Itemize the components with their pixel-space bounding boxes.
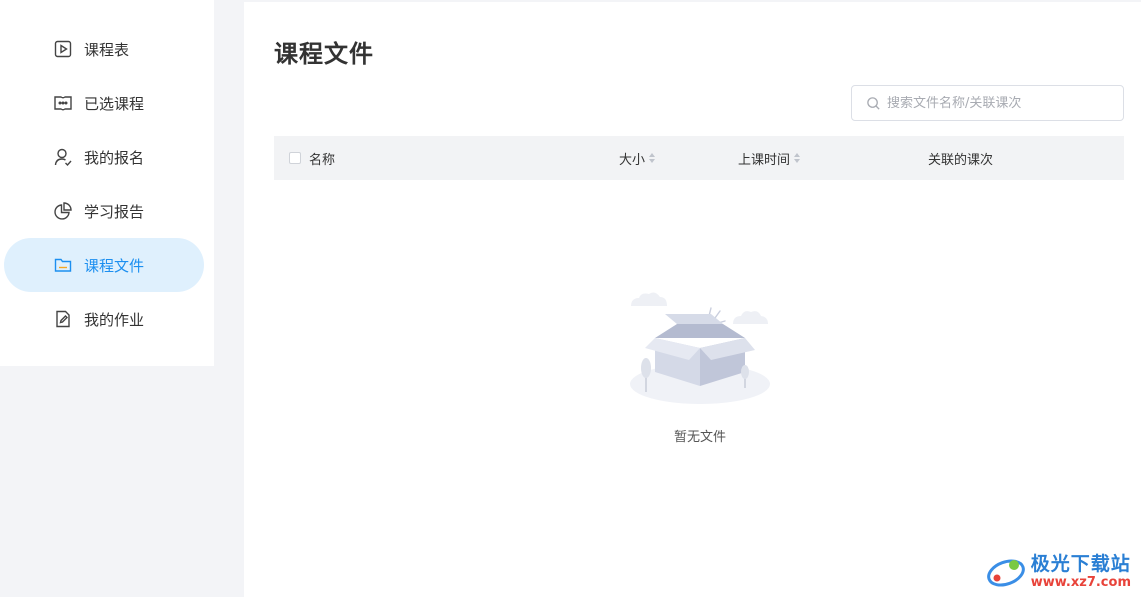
sidebar-item-selected-courses[interactable]: 已选课程 [4,76,204,130]
sidebar-item-label: 已选课程 [84,94,145,113]
search-box[interactable] [851,85,1124,121]
select-all-checkbox[interactable] [289,152,301,164]
empty-state-text: 暂无文件 [673,430,726,445]
folder-icon [52,254,74,276]
page-title: 课程文件 [274,40,374,68]
sidebar-item-label: 我的报名 [84,148,145,167]
column-time[interactable]: 上课时间 [738,136,801,180]
sidebar-item-label: 课程文件 [84,256,145,275]
sidebar-item-my-homework[interactable]: 我的作业 [4,292,204,346]
column-name-label: 名称 [309,152,336,168]
sidebar: 课程表 已选课程 我的报名 学习报告 课程文件 我的作业 [0,0,214,366]
play-square-icon [52,38,74,60]
sidebar-item-my-enrollment[interactable]: 我的报名 [4,130,204,184]
sidebar-item-course-files[interactable]: 课程文件 [4,238,204,292]
sidebar-item-label: 课程表 [84,40,130,59]
watermark-title: 极光下载站 [1030,553,1131,575]
table-header: 名称 大小 上课时间 关联的课次 [274,136,1124,180]
column-size[interactable]: 大小 [619,136,656,180]
empty-box-illustration [630,292,770,404]
column-lesson-label: 关联的课次 [928,152,994,168]
search-input[interactable] [887,95,1107,111]
sort-icon[interactable] [794,153,801,163]
column-size-label: 大小 [619,152,646,168]
column-name: 名称 [289,136,335,180]
main-panel: 课程文件 名称 大小 上课时间 关联的课次 [244,2,1141,597]
user-check-icon [52,146,74,168]
sidebar-item-label: 我的作业 [84,310,145,329]
watermark-url: www.xz7.com [1030,575,1131,590]
sidebar-item-label: 学习报告 [84,202,145,221]
search-icon [867,96,880,110]
pie-chart-icon [52,200,74,222]
column-lesson: 关联的课次 [928,136,993,180]
book-open-icon [52,92,74,114]
site-logo-icon [986,559,1025,587]
sort-icon[interactable] [649,153,656,163]
column-time-label: 上课时间 [738,152,791,168]
sidebar-item-study-report[interactable]: 学习报告 [4,184,204,238]
watermark: 极光下载站 www.xz7.com [985,553,1131,591]
sidebar-item-schedule[interactable]: 课程表 [4,22,204,76]
edit-doc-icon [52,308,74,330]
